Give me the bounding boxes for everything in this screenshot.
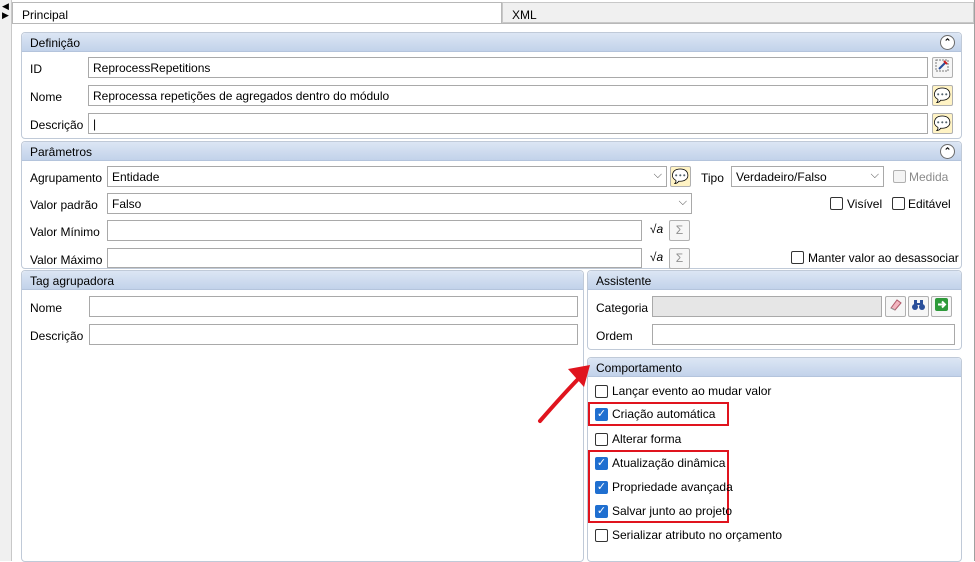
parametros-collapse-icon[interactable]: ⌃ — [940, 144, 955, 159]
descricao-translate-icon[interactable]: 💬 — [932, 113, 953, 134]
visivel-label: Visível — [847, 197, 883, 211]
valor-minimo-sum-icon[interactable]: Σ — [669, 220, 690, 241]
atualizacao-dinamica-label: Atualização dinâmica — [612, 456, 726, 470]
tab-xml[interactable]: XML — [502, 2, 974, 23]
comportamento-group: Comportamento Lançar evento ao mudar val… — [587, 357, 962, 562]
chevron-down-icon: ⌵ — [870, 169, 879, 181]
assistente-title: Assistente — [596, 274, 652, 288]
valor-minimo-input[interactable] — [107, 220, 642, 241]
tag-nome-input[interactable] — [89, 296, 578, 317]
atualizacao-dinamica-checkbox[interactable]: ✓ — [595, 457, 608, 470]
tipo-select[interactable]: Verdadeiro/Falso ⌵ — [731, 166, 884, 187]
agrupamento-translate-icon[interactable]: 💬 — [670, 166, 691, 187]
nome-translate-icon[interactable]: 💬 — [932, 85, 953, 106]
ordem-label: Ordem — [596, 329, 633, 343]
valor-padrao-label: Valor padrão — [30, 198, 98, 212]
parametros-title: Parâmetros — [30, 145, 93, 159]
assistente-header: Assistente — [588, 271, 961, 290]
id-label: ID — [30, 62, 42, 76]
go-arrow-icon[interactable] — [931, 296, 952, 317]
tag-agrupadora-title: Tag agrupadora — [30, 274, 115, 288]
propriedade-avancada-label: Propriedade avançada — [612, 480, 733, 494]
parametros-group: Parâmetros ⌃ Agrupamento Entidade ⌵ 💬 Ti… — [21, 141, 962, 269]
categoria-label: Categoria — [596, 301, 649, 315]
visivel-checkbox[interactable] — [830, 197, 843, 210]
propriedade-avancada-checkbox[interactable]: ✓ — [595, 481, 608, 494]
valor-maximo-input[interactable] — [107, 248, 642, 268]
expand-right-icon[interactable]: ▶ — [2, 11, 9, 20]
eraser-icon[interactable] — [885, 296, 906, 317]
comportamento-title: Comportamento — [596, 361, 683, 375]
descricao-label: Descrição — [30, 118, 84, 132]
lancar-evento-label: Lançar evento ao mudar valor — [612, 384, 772, 398]
definicao-collapse-icon[interactable]: ⌃ — [940, 35, 955, 50]
ordem-input[interactable] — [652, 324, 955, 345]
comportamento-header: Comportamento — [588, 358, 961, 377]
left-gutter: ◀ ▶ — [0, 0, 12, 561]
manter-valor-label: Manter valor ao desassociar — [808, 251, 959, 265]
definicao-group: Definição ⌃ ID ReprocessRepetitions Nome… — [21, 32, 962, 139]
tipo-label: Tipo — [701, 171, 724, 185]
assistente-group: Assistente Categoria Ordem — [587, 270, 962, 350]
serializar-atributo-checkbox[interactable] — [595, 529, 608, 542]
nome-input[interactable]: Reprocessa repetições de agregados dentr… — [88, 85, 928, 106]
tag-agrupadora-header: Tag agrupadora — [22, 271, 583, 290]
nome-label: Nome — [30, 90, 63, 104]
agrupamento-label: Agrupamento — [30, 171, 103, 185]
valor-maximo-label: Valor Máximo — [30, 253, 103, 267]
descricao-input[interactable]: | — [88, 113, 928, 134]
valor-minimo-label: Valor Mínimo — [30, 225, 100, 239]
serializar-atributo-label: Serializar atributo no orçamento — [612, 528, 783, 542]
valor-maximo-formula-icon[interactable]: √a — [646, 248, 667, 269]
alterar-forma-checkbox[interactable] — [595, 433, 608, 446]
categoria-input[interactable] — [652, 296, 882, 317]
tab-content: Definição ⌃ ID ReprocessRepetitions Nome… — [12, 23, 974, 562]
tag-descricao-input[interactable] — [89, 324, 578, 345]
annotation-arrow-icon — [538, 365, 590, 423]
agrupamento-select[interactable]: Entidade ⌵ — [107, 166, 667, 187]
salvar-projeto-label: Salvar junto ao projeto — [612, 504, 733, 518]
valor-minimo-formula-icon[interactable]: √a — [646, 220, 667, 241]
tag-descricao-label: Descrição — [30, 329, 84, 343]
tag-nome-label: Nome — [30, 301, 63, 315]
medida-checkbox[interactable] — [893, 170, 906, 183]
valor-padrao-select[interactable]: Falso ⌵ — [107, 193, 692, 214]
definicao-header: Definição — [22, 33, 961, 52]
manter-valor-checkbox[interactable] — [791, 251, 804, 264]
tipo-value: Verdadeiro/Falso — [736, 170, 827, 184]
salvar-projeto-checkbox[interactable]: ✓ — [595, 505, 608, 518]
definicao-title: Definição — [30, 36, 81, 50]
alterar-forma-label: Alterar forma — [612, 432, 682, 446]
binoculars-icon[interactable] — [908, 296, 929, 317]
tag-agrupadora-group: Tag agrupadora Nome Descrição — [21, 270, 584, 562]
editavel-checkbox[interactable] — [892, 197, 905, 210]
id-input[interactable]: ReprocessRepetitions — [88, 57, 928, 78]
medida-label: Medida — [909, 170, 949, 184]
edit-id-icon[interactable] — [932, 57, 953, 78]
parametros-header: Parâmetros — [22, 142, 961, 161]
agrupamento-value: Entidade — [112, 170, 160, 184]
criacao-automatica-label: Criação automática — [612, 407, 716, 421]
tab-principal[interactable]: Principal — [12, 2, 502, 23]
chevron-down-icon: ⌵ — [653, 169, 662, 181]
valor-padrao-value: Falso — [112, 197, 142, 211]
valor-maximo-sum-icon[interactable]: Σ — [669, 248, 690, 269]
editavel-label: Editável — [908, 197, 951, 211]
chevron-down-icon: ⌵ — [678, 196, 687, 208]
